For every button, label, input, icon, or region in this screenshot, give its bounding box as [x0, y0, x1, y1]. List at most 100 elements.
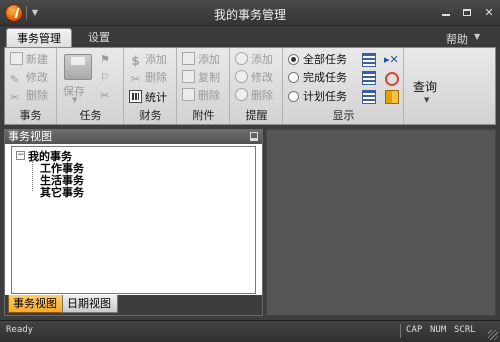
tab-affairs-view[interactable]: 事务视图	[8, 295, 64, 313]
grid-layout-icon[interactable]	[385, 90, 399, 104]
delete-finance-button[interactable]: ✂ 删除	[129, 70, 167, 86]
list-view-icon[interactable]	[362, 53, 376, 67]
radio-all-tasks[interactable]: 全部任务	[288, 52, 347, 68]
copy-attachment-label: 复制	[198, 71, 220, 84]
query-dropdown-icon[interactable]: ▼	[424, 96, 429, 104]
help-dropdown-icon[interactable]: ▼	[474, 32, 484, 42]
list-detail-icon[interactable]	[362, 71, 376, 85]
minimize-icon	[442, 14, 450, 16]
resize-grip-icon[interactable]	[488, 330, 498, 340]
edit-affair-label: 修改	[26, 71, 48, 84]
group-finance: $ 添加 ✂ 删除 统计 财务	[125, 48, 177, 124]
pin-icon[interactable]	[250, 132, 258, 141]
affairs-tree[interactable]: − 我的事务 工作事务 生活事务 其它事务	[11, 146, 256, 294]
radio-completed-tasks[interactable]: 完成任务	[288, 70, 347, 86]
attachment-delete-icon	[182, 88, 195, 101]
ribbon: 新建 ✎ 修改 ✂ 删除 事务 保存 ▼ ⚑ ⚐ ✂ 任务 $ 添加 ✂ 删除 统计 财…	[4, 47, 496, 125]
close-button[interactable]: ✕	[481, 6, 497, 20]
floppy-save-icon[interactable]	[64, 54, 92, 80]
tab-settings[interactable]: 设置	[78, 28, 120, 48]
list-outline-icon[interactable]	[362, 90, 376, 104]
delete-reminder-button[interactable]: 删除	[235, 88, 273, 104]
edit-reminder-label: 修改	[251, 71, 273, 84]
scroll-lock-indicator: SCRL	[454, 325, 476, 335]
radio-planned-tasks-label: 计划任务	[303, 90, 347, 103]
new-affair-button[interactable]: 新建	[10, 52, 48, 68]
group-attachments-label: 附件	[192, 109, 215, 122]
title-bar: ▼ 我的事务管理 ✕	[0, 0, 500, 26]
radio-icon	[288, 72, 299, 83]
finance-stats-button[interactable]: 统计	[129, 90, 167, 106]
flag-clear-icon[interactable]: ⚐	[100, 72, 112, 84]
group-tasks-label: 任务	[79, 109, 102, 122]
edit-affair-button[interactable]: ✎ 修改	[10, 70, 48, 86]
collapse-icon[interactable]: −	[16, 151, 25, 160]
clock-add-icon	[235, 52, 248, 65]
group-reminders: 添加 修改 删除 提醒	[231, 48, 283, 124]
attachment-copy-icon	[182, 70, 195, 83]
radio-selected-icon	[288, 54, 299, 65]
delete-finance-label: 删除	[145, 71, 167, 84]
query-button[interactable]: 查询	[413, 78, 437, 95]
main-workspace	[266, 129, 496, 316]
delete-affair-label: 删除	[26, 89, 48, 102]
radio-planned-tasks[interactable]: 计划任务	[288, 89, 347, 105]
group-reminders-label: 提醒	[245, 109, 268, 122]
scissors-delete-icon: ✂	[10, 91, 20, 104]
status-separator	[400, 324, 401, 338]
delete-attachment-button[interactable]: 删除	[182, 88, 220, 104]
flag-remove-icon[interactable]: ✂	[100, 90, 112, 102]
edit-reminder-button[interactable]: 修改	[235, 70, 273, 86]
panel-header: 事务视图	[5, 130, 262, 144]
add-reminder-label: 添加	[251, 53, 273, 66]
group-display-label: 显示	[332, 109, 355, 122]
num-lock-indicator: NUM	[430, 325, 447, 335]
group-display: 全部任务 完成任务 计划任务 ▸✕ 显示	[284, 48, 404, 124]
refresh-red-icon[interactable]	[385, 72, 399, 86]
help-menu[interactable]: 帮助	[446, 31, 468, 47]
panel-bottom-tabs: 事务视图 日期视图	[5, 295, 262, 315]
status-bar: Ready CAP NUM SCRL	[0, 320, 500, 342]
copy-attachment-button[interactable]: 复制	[182, 70, 220, 86]
status-text: Ready	[6, 325, 34, 335]
attachment-add-icon	[182, 52, 195, 65]
affairs-view-panel: 事务视图 − 我的事务 工作事务 生活事务 其它事务 事务视图 日期视图	[4, 129, 263, 316]
group-affairs-label: 事务	[19, 109, 42, 122]
pin-edit-icon: ✎	[10, 73, 20, 86]
close-icon: ✕	[484, 6, 494, 19]
add-finance-button[interactable]: $ 添加	[129, 52, 167, 68]
tab-date-view[interactable]: 日期视图	[62, 295, 118, 313]
dollar-add-icon: $	[131, 54, 140, 68]
clock-delete-icon	[235, 88, 248, 101]
flag-icon[interactable]: ⚑	[100, 54, 112, 66]
maximize-button[interactable]	[459, 6, 475, 20]
radio-all-tasks-label: 全部任务	[303, 53, 347, 66]
add-finance-label: 添加	[145, 53, 167, 66]
calculator-icon	[129, 90, 142, 103]
new-document-icon	[10, 52, 23, 65]
panel-title: 事务视图	[8, 130, 52, 143]
clock-edit-icon	[235, 70, 248, 83]
tab-affairs-management[interactable]: 事务管理	[6, 28, 72, 48]
group-affairs: 新建 ✎ 修改 ✂ 删除 事务	[5, 48, 57, 124]
radio-icon	[288, 91, 299, 102]
dollar-delete-icon: ✂	[130, 72, 141, 86]
finance-stats-label: 统计	[145, 91, 167, 104]
add-attachment-label: 添加	[198, 53, 220, 66]
ribbon-tab-row: 事务管理 设置 帮助 ▼	[0, 26, 500, 48]
tree-node-other[interactable]: 其它事务	[40, 184, 84, 200]
group-attachments: 添加 复制 删除 附件	[178, 48, 230, 124]
add-attachment-button[interactable]: 添加	[182, 52, 220, 68]
caps-lock-indicator: CAP	[406, 325, 423, 335]
tree-connector	[32, 161, 33, 191]
delete-attachment-label: 删除	[198, 89, 220, 102]
delete-affair-button[interactable]: ✂ 删除	[10, 88, 48, 104]
radio-completed-tasks-label: 完成任务	[303, 71, 347, 84]
group-tasks: 保存 ▼ ⚑ ⚐ ✂ 任务	[58, 48, 124, 124]
sort-blue-icon[interactable]: ▸✕	[384, 53, 399, 67]
minimize-button[interactable]	[438, 6, 454, 20]
window-title: 我的事务管理	[213, 8, 286, 22]
delete-reminder-label: 删除	[251, 89, 273, 102]
add-reminder-button[interactable]: 添加	[235, 52, 273, 68]
save-dropdown-icon[interactable]: ▼	[72, 96, 77, 104]
